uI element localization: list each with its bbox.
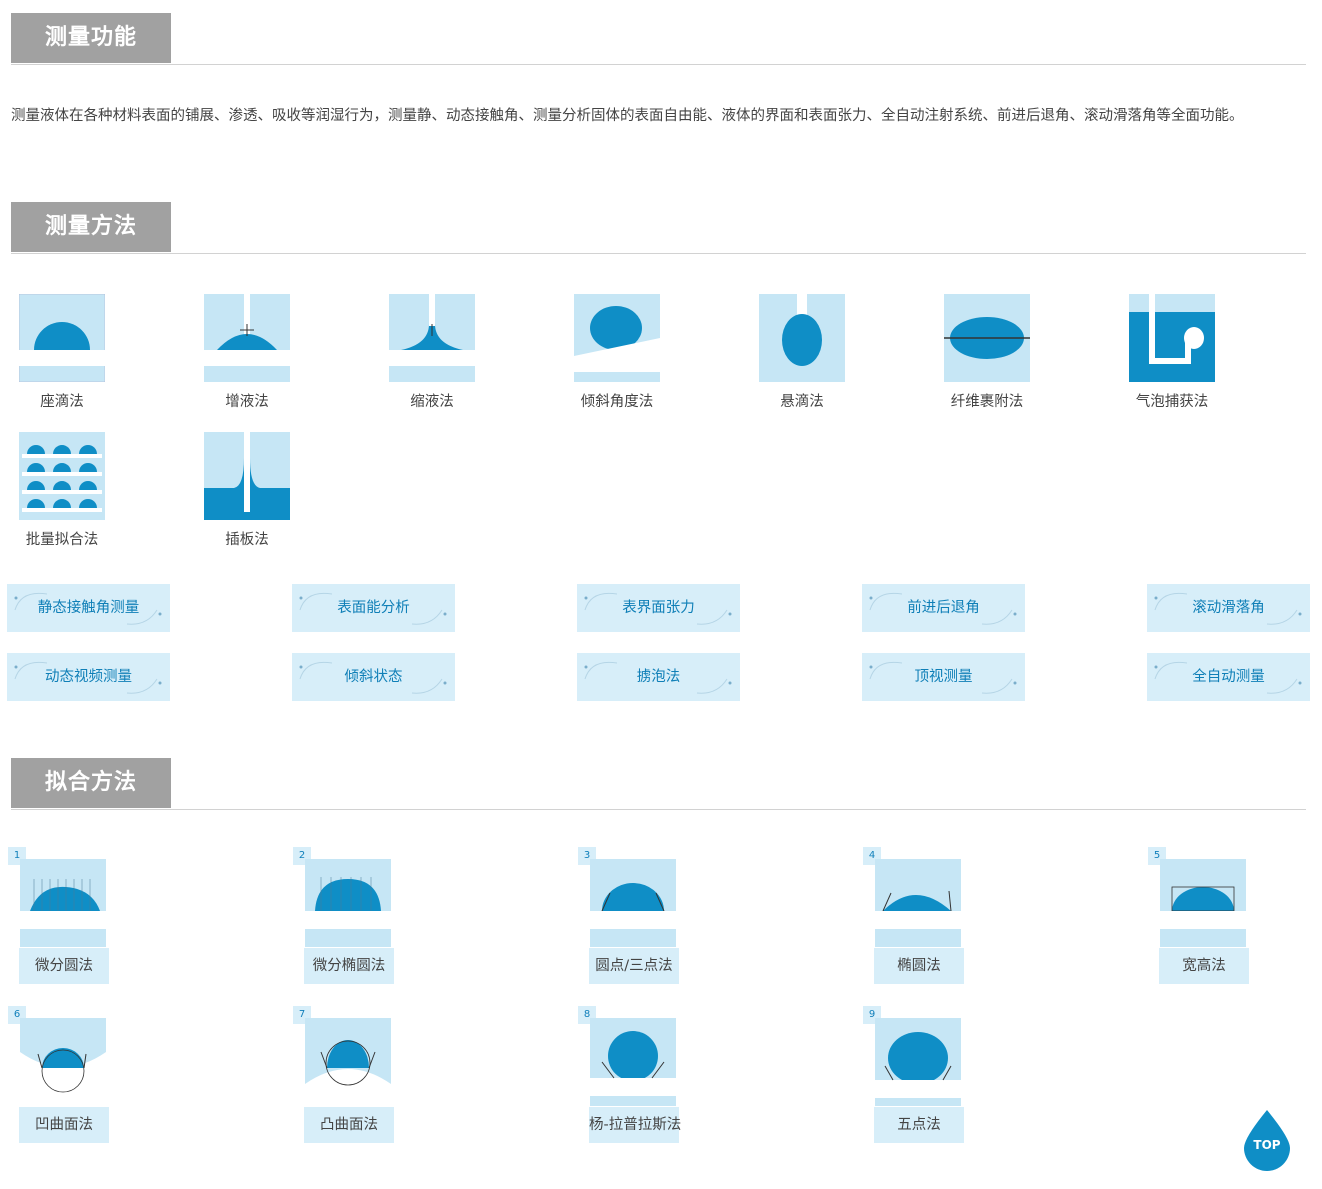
concave-surface-icon [20,1018,106,1106]
method-pendant-drop[interactable]: 悬滴法 [747,294,857,411]
fit-method-width-height[interactable]: 宽高法 [1159,948,1249,984]
width-height-icon [1160,859,1246,947]
wilhelmy-plate-icon [204,432,290,520]
feature-tilt-state[interactable]: 倾斜状态 [292,653,455,701]
fit-method-convex[interactable]: 凸曲面法 [304,1107,394,1143]
feature-label: 顶视测量 [914,669,973,685]
ellipse-icon [875,859,961,947]
feature-dynamic-video[interactable]: 动态视频测量 [7,653,170,701]
fit-method-young-laplace[interactable]: 杨-拉普拉斯法 [589,1107,681,1143]
circle-three-point-icon [590,859,676,947]
captive-bubble-icon [1129,294,1215,382]
convex-surface-icon [305,1018,391,1106]
feature-interfacial-tension[interactable]: 表界面张力 [577,584,740,632]
feature-surface-energy[interactable]: 表面能分析 [292,584,455,632]
top-label: TOP [1253,1138,1281,1152]
feature-captive-bubble[interactable]: 掳泡法 [577,653,740,701]
differential-ellipse-icon [305,859,391,947]
pendant-drop-icon [759,294,845,382]
method-fiber-wrap[interactable]: 纤维裹附法 [932,294,1042,411]
feature-label: 静态接触角测量 [37,600,140,616]
young-laplace-icon [590,1018,676,1106]
section-header-methods: 测量方法 [11,202,1306,254]
tilt-angle-icon [574,294,660,382]
method-label: 倾斜角度法 [580,394,654,410]
back-to-top-button[interactable]: TOP [1240,1108,1294,1172]
section-header-fitting: 拟合方法 [11,758,1306,810]
method-label: 座滴法 [40,394,84,410]
batch-fit-icon [19,432,105,520]
method-tilt-angle[interactable]: 倾斜角度法 [562,294,672,411]
feature-roll-off-angle[interactable]: 滚动滑落角 [1147,584,1310,632]
section-title: 测量功能 [11,13,171,63]
feature-advancing-receding[interactable]: 前进后退角 [862,584,1025,632]
method-batch-fit[interactable]: 批量拟合法 [7,432,117,549]
fiber-wrap-icon [944,294,1030,382]
section-header-functions: 测量功能 [11,13,1306,65]
fit-method-differential-ellipse[interactable]: 微分椭圆法 [304,948,394,984]
feature-label: 掳泡法 [636,669,681,685]
feature-fully-automatic[interactable]: 全自动测量 [1147,653,1310,701]
feature-static-contact-angle[interactable]: 静态接触角测量 [7,584,170,632]
fit-method-five-point[interactable]: 五点法 [874,1107,964,1143]
fit-method-ellipse[interactable]: 椭圆法 [874,948,964,984]
section-title: 测量方法 [11,202,171,252]
five-point-icon [875,1018,961,1106]
feature-top-view[interactable]: 顶视测量 [862,653,1025,701]
feature-label: 前进后退角 [907,600,980,616]
feature-label: 动态视频测量 [45,669,132,685]
fit-method-differential-circle[interactable]: 微分圆法 [19,948,109,984]
method-captive-bubble[interactable]: 气泡捕获法 [1117,294,1227,411]
method-label: 增液法 [225,394,269,410]
feature-label: 全自动测量 [1192,669,1265,685]
fit-method-three-point[interactable]: 圆点/三点法 [589,948,679,984]
method-add-liquid[interactable]: 增液法 [192,294,302,411]
feature-label: 表面能分析 [337,600,410,616]
method-label: 批量拟合法 [25,532,99,548]
method-label: 悬滴法 [780,394,824,410]
method-label: 气泡捕获法 [1135,394,1209,410]
functions-description: 测量液体在各种材料表面的铺展、渗透、吸收等润湿行为，测量静、动态接触角、测量分析… [11,108,1244,124]
feature-label: 表界面张力 [622,600,695,616]
method-withdraw-liquid[interactable]: 缩液法 [377,294,487,411]
add-liquid-icon [204,294,290,382]
fit-method-concave[interactable]: 凹曲面法 [19,1107,109,1143]
withdraw-liquid-icon [389,294,475,382]
differential-circle-icon [20,859,106,947]
sessile-drop-icon [19,294,105,382]
feature-label: 滚动滑落角 [1192,600,1265,616]
section-title: 拟合方法 [11,758,171,808]
method-wilhelmy-plate[interactable]: 插板法 [192,432,302,549]
method-label: 纤维裹附法 [950,394,1024,410]
method-sessile-drop[interactable]: 座滴法 [7,294,117,411]
method-label: 缩液法 [410,394,454,410]
method-label: 插板法 [225,532,269,548]
feature-label: 倾斜状态 [344,669,403,685]
